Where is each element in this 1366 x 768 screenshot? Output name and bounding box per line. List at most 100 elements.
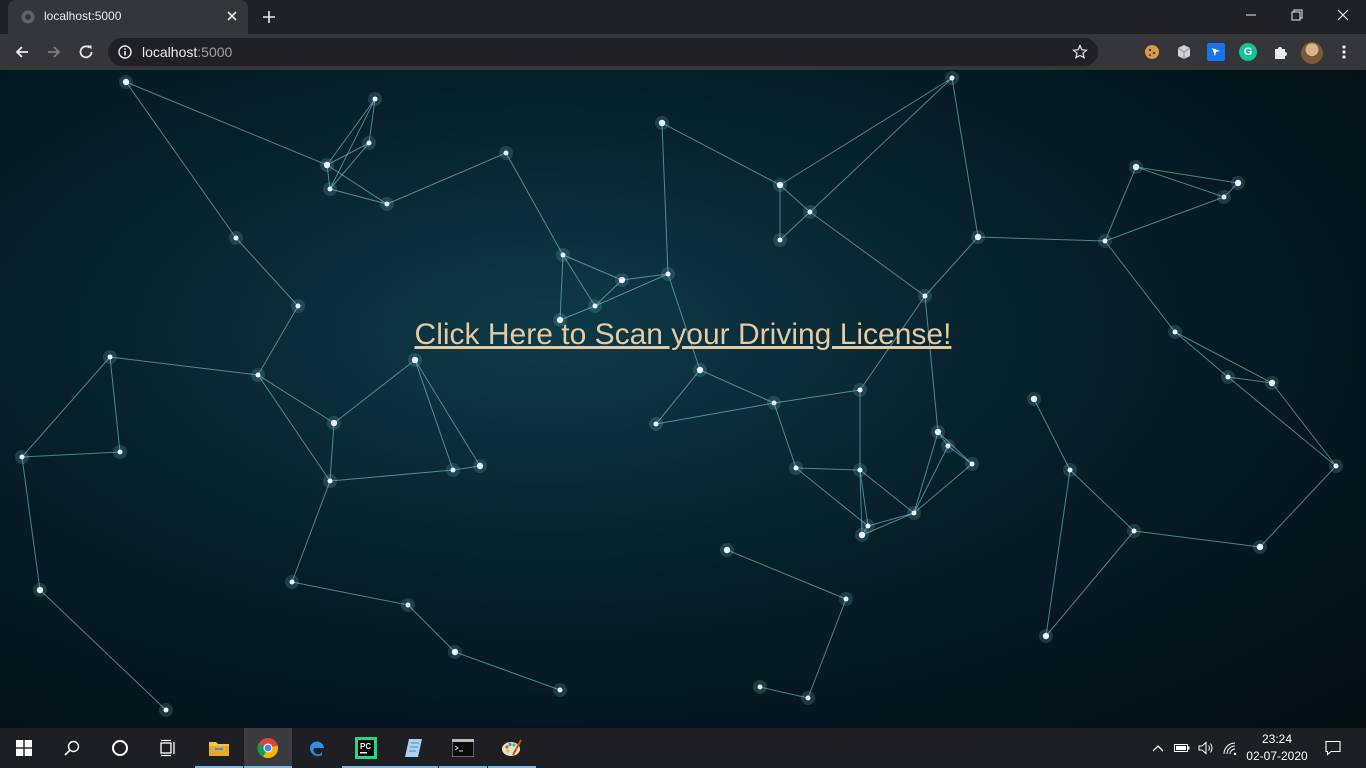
taskbar-clock[interactable]: 23:24 02-07-2020 xyxy=(1240,731,1314,765)
taskbar: PC 23:24 02-07-2020 xyxy=(0,728,1366,768)
network-line xyxy=(655,402,775,425)
more-vertical-icon xyxy=(1342,45,1346,59)
close-window-button[interactable] xyxy=(1320,0,1366,30)
network-line xyxy=(655,369,701,425)
chrome-taskbar-button[interactable] xyxy=(244,728,292,768)
network-node xyxy=(1225,374,1231,380)
network-node xyxy=(1256,543,1264,551)
command-prompt-button[interactable] xyxy=(439,728,487,768)
network-line xyxy=(1133,530,1261,548)
site-info-icon[interactable] xyxy=(118,45,132,59)
network-node xyxy=(557,687,563,693)
network-line xyxy=(977,236,1106,242)
scan-license-link[interactable]: Click Here to Scan your Driving License! xyxy=(0,318,1366,352)
network-line xyxy=(661,122,669,275)
wifi-tray-icon[interactable] xyxy=(1222,740,1238,756)
cast-extension-icon[interactable] xyxy=(1207,43,1225,61)
reload-button[interactable] xyxy=(74,40,98,64)
page-content: Click Here to Scan your Driving License! xyxy=(0,70,1366,728)
cube-extension-icon[interactable] xyxy=(1175,43,1193,61)
notes-app-button[interactable] xyxy=(390,728,438,768)
battery-tray-icon[interactable] xyxy=(1174,740,1190,756)
network-node xyxy=(323,161,331,169)
pycharm-button[interactable]: PC xyxy=(342,728,390,768)
bookmark-star-icon[interactable] xyxy=(1072,44,1088,60)
network-node xyxy=(665,271,671,277)
cortana-button[interactable] xyxy=(96,728,144,768)
network-node xyxy=(1333,463,1339,469)
network-node xyxy=(327,478,333,484)
chevron-up-icon xyxy=(1152,745,1164,752)
network-line xyxy=(661,122,781,186)
task-view-button[interactable] xyxy=(144,728,192,768)
address-port: :5000 xyxy=(197,44,233,60)
network-line xyxy=(773,389,861,404)
minimize-button[interactable] xyxy=(1228,0,1274,30)
network-node xyxy=(411,356,419,364)
network-node xyxy=(969,461,975,467)
cookie-extension-icon[interactable] xyxy=(1143,43,1161,61)
paint-button[interactable] xyxy=(488,728,536,768)
chrome-icon xyxy=(257,738,279,759)
network-node xyxy=(922,293,928,299)
network-node xyxy=(163,707,169,713)
reload-icon xyxy=(79,45,93,59)
network-node xyxy=(476,462,484,470)
volume-tray-icon[interactable] xyxy=(1198,740,1214,756)
edge-button[interactable] xyxy=(293,728,341,768)
network-node xyxy=(107,354,113,360)
network-line xyxy=(779,77,953,186)
network-line xyxy=(329,469,454,482)
notification-icon xyxy=(1325,740,1341,756)
search-button[interactable] xyxy=(48,728,96,768)
close-tab-icon[interactable] xyxy=(224,8,240,24)
show-hidden-icons-button[interactable] xyxy=(1150,740,1166,756)
back-button[interactable] xyxy=(10,40,34,64)
network-line xyxy=(924,236,979,297)
network-line xyxy=(726,549,847,600)
file-explorer-button[interactable] xyxy=(195,728,243,768)
network-line xyxy=(1135,166,1239,184)
network-line xyxy=(1104,196,1225,242)
browser-toolbar: localhost:5000 G xyxy=(0,34,1366,70)
network-node xyxy=(776,181,784,189)
restore-button[interactable] xyxy=(1274,0,1320,30)
tab-strip: localhost:5000 xyxy=(0,0,1366,34)
network-node xyxy=(372,96,378,102)
network-line xyxy=(699,369,775,404)
action-center-button[interactable] xyxy=(1325,740,1341,756)
network-node xyxy=(934,428,942,436)
network-background xyxy=(15,71,1343,717)
clock-date: 02-07-2020 xyxy=(1246,749,1308,763)
network-node xyxy=(327,186,333,192)
profile-avatar[interactable] xyxy=(1301,42,1323,64)
network-node xyxy=(122,78,130,86)
browser-menu-button[interactable] xyxy=(1335,43,1353,61)
network-node xyxy=(1067,467,1073,473)
extensions-button[interactable] xyxy=(1271,43,1289,61)
network-node xyxy=(592,303,598,309)
address-text: localhost:5000 xyxy=(142,44,232,60)
network-line xyxy=(562,254,596,307)
network-line xyxy=(809,77,953,213)
network-line xyxy=(1135,166,1225,198)
network-line xyxy=(1069,469,1135,532)
network-line xyxy=(386,152,507,205)
browser-tab[interactable]: localhost:5000 xyxy=(8,0,248,34)
network-node xyxy=(974,233,982,241)
grammarly-extension-icon[interactable]: G xyxy=(1239,43,1257,61)
globe-icon xyxy=(21,10,35,24)
network-line xyxy=(235,237,299,307)
network-line xyxy=(125,81,328,166)
puzzle-icon xyxy=(1275,47,1287,59)
address-bar[interactable]: localhost:5000 xyxy=(108,38,1098,66)
network-node xyxy=(503,150,509,156)
forward-button[interactable] xyxy=(42,40,66,64)
network-node xyxy=(450,467,456,473)
network-line xyxy=(559,254,564,321)
start-button[interactable] xyxy=(0,728,48,768)
new-tab-icon[interactable] xyxy=(260,8,278,26)
network-node xyxy=(19,454,25,460)
network-line xyxy=(951,77,979,238)
network-node xyxy=(1030,395,1038,403)
